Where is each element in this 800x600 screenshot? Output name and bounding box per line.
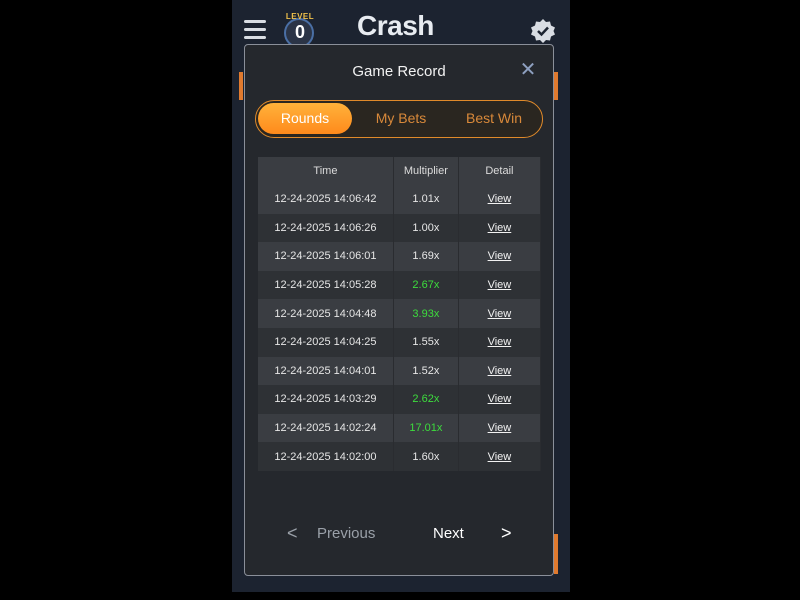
table-row: 12-24-2025 14:06:26 1.00x View xyxy=(258,213,542,243)
header-detail: Detail xyxy=(458,157,542,185)
pagination: < Previous Next > xyxy=(245,523,553,547)
next-button[interactable]: Next xyxy=(433,525,464,542)
row-multiplier: 1.00x xyxy=(393,213,459,243)
close-icon[interactable]: ✕ xyxy=(519,60,537,80)
tab-rounds[interactable]: Rounds xyxy=(258,103,352,134)
tab-best-win[interactable]: Best Win xyxy=(448,103,540,134)
view-link[interactable]: View xyxy=(488,193,512,205)
level-value: 0 xyxy=(294,22,305,42)
view-link[interactable]: View xyxy=(488,222,512,234)
row-time: 12-24-2025 14:02:00 xyxy=(258,442,394,471)
row-time: 12-24-2025 14:05:28 xyxy=(258,270,394,300)
row-detail: View xyxy=(458,385,542,414)
row-detail: View xyxy=(458,356,542,386)
row-time: 12-24-2025 14:06:42 xyxy=(258,185,394,214)
row-detail: View xyxy=(458,185,542,214)
view-link[interactable]: View xyxy=(488,422,512,434)
row-multiplier: 3.93x xyxy=(393,299,459,328)
header-time: Time xyxy=(258,157,394,185)
row-multiplier: 1.69x xyxy=(393,242,459,271)
previous-button[interactable]: Previous xyxy=(317,525,375,542)
side-accent xyxy=(554,534,558,574)
record-tabs: Rounds My Bets Best Win xyxy=(255,100,543,138)
game-record-modal: Game Record ✕ Rounds My Bets Best Win Ti… xyxy=(244,44,554,576)
row-time: 12-24-2025 14:04:01 xyxy=(258,356,394,386)
view-link[interactable]: View xyxy=(488,393,512,405)
row-time: 12-24-2025 14:04:25 xyxy=(258,327,394,357)
view-link[interactable]: View xyxy=(488,336,512,348)
row-detail: View xyxy=(458,270,542,300)
table-row: 12-24-2025 14:02:00 1.60x View xyxy=(258,442,542,471)
row-multiplier: 1.60x xyxy=(393,442,459,471)
table-header-row: Time Multiplier Detail xyxy=(258,157,542,185)
verified-badge-icon[interactable] xyxy=(530,18,556,44)
brand-logo: Crash xyxy=(357,10,434,41)
tab-my-bets[interactable]: My Bets xyxy=(354,103,448,134)
table-row: 12-24-2025 14:04:48 3.93x View xyxy=(258,299,542,328)
modal-title: Game Record xyxy=(352,63,446,80)
view-link[interactable]: View xyxy=(488,451,512,463)
row-multiplier: 2.62x xyxy=(393,385,459,414)
row-detail: View xyxy=(458,413,542,443)
row-time: 12-24-2025 14:03:29 xyxy=(258,385,394,414)
row-time: 12-24-2025 14:02:24 xyxy=(258,413,394,443)
side-accent xyxy=(239,72,243,100)
row-multiplier: 17.01x xyxy=(393,413,459,443)
row-multiplier: 1.52x xyxy=(393,356,459,386)
view-link[interactable]: View xyxy=(488,250,512,262)
table-row: 12-24-2025 14:05:28 2.67x View xyxy=(258,270,542,300)
row-detail: View xyxy=(458,242,542,271)
view-link[interactable]: View xyxy=(488,308,512,320)
chevron-left-icon[interactable]: < xyxy=(287,523,298,544)
row-time: 12-24-2025 14:06:01 xyxy=(258,242,394,271)
table-row: 12-24-2025 14:04:01 1.52x View xyxy=(258,356,542,386)
row-detail: View xyxy=(458,442,542,471)
view-link[interactable]: View xyxy=(488,279,512,291)
view-link[interactable]: View xyxy=(488,365,512,377)
level-badge[interactable]: LEVEL 0 xyxy=(282,12,318,48)
row-detail: View xyxy=(458,327,542,357)
table-row: 12-24-2025 14:03:29 2.62x View xyxy=(258,385,542,414)
table-row: 12-24-2025 14:06:42 1.01x View xyxy=(258,185,542,214)
row-multiplier: 2.67x xyxy=(393,270,459,300)
top-bar: LEVEL 0 Crash xyxy=(232,0,570,48)
row-detail: View xyxy=(458,213,542,243)
level-label: LEVEL xyxy=(285,12,315,21)
row-multiplier: 1.01x xyxy=(393,185,459,214)
table-row: 12-24-2025 14:04:25 1.55x View xyxy=(258,327,542,357)
table-row: 12-24-2025 14:02:24 17.01x View xyxy=(258,413,542,443)
row-detail: View xyxy=(458,299,542,328)
chevron-right-icon[interactable]: > xyxy=(501,523,512,544)
row-time: 12-24-2025 14:04:48 xyxy=(258,299,394,328)
table-row: 12-24-2025 14:06:01 1.69x View xyxy=(258,242,542,271)
menu-icon[interactable] xyxy=(244,20,266,40)
row-time: 12-24-2025 14:06:26 xyxy=(258,213,394,243)
rounds-table: Time Multiplier Detail 12-24-2025 14:06:… xyxy=(258,157,542,471)
row-multiplier: 1.55x xyxy=(393,327,459,357)
side-accent xyxy=(554,72,558,100)
header-multiplier: Multiplier xyxy=(393,157,459,185)
